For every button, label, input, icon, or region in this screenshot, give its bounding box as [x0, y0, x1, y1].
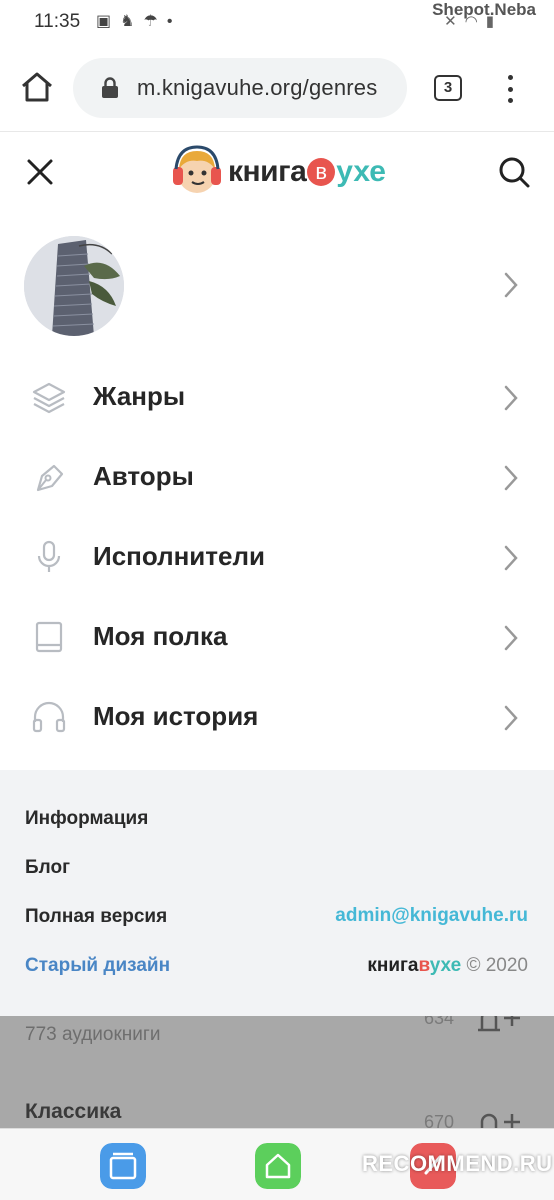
- copyright-brand-part2: в: [418, 955, 430, 976]
- system-dock: RECOMMEND.RU: [0, 1128, 554, 1200]
- image-icon: ▣: [96, 13, 112, 30]
- menu-item-my-shelf[interactable]: Моя полка: [0, 598, 554, 678]
- copyright-brand-part3: ухе: [429, 955, 462, 976]
- copyright: книгавухе © 2020: [367, 955, 528, 977]
- subscriber-count: 670: [424, 1112, 455, 1128]
- microphone-icon: [37, 540, 61, 572]
- bell-plus-icon: [478, 1016, 520, 1032]
- pen-nib-icon: [36, 464, 64, 492]
- home-button-icon[interactable]: [255, 1143, 301, 1189]
- layers-icon: [32, 382, 66, 414]
- menu-item-label: Исполнители: [93, 541, 265, 571]
- logo-text-kniga: книга: [228, 155, 307, 188]
- lock-icon: [102, 77, 118, 98]
- menu-item-label: Моя история: [93, 701, 259, 731]
- watermark: RECOMMEND.RU: [362, 1151, 553, 1176]
- address-bar[interactable]: m.knigavuhe.org/genres: [73, 58, 407, 118]
- tabs-count-button[interactable]: 3: [434, 75, 462, 101]
- status-right-label: Shepot.Neba: [432, 0, 536, 19]
- url-text: m.knigavuhe.org/genres: [137, 75, 378, 100]
- dimmed-background: 773 аудиокниги 634 Классика 670: [0, 1016, 554, 1128]
- profile-row[interactable]: [0, 232, 554, 338]
- more-menu-icon[interactable]: [500, 72, 520, 106]
- subscriber-count: 634: [424, 1016, 455, 1028]
- section-title: Классика: [25, 1100, 122, 1123]
- logo-mascot-icon: [173, 145, 221, 193]
- copyright-year: © 2020: [466, 955, 528, 976]
- chevron-right-icon: [504, 465, 518, 491]
- logo-text-uhe: ухе: [336, 155, 386, 188]
- menu-item-my-history[interactable]: Моя история: [0, 678, 554, 758]
- menu-footer: Информация Блог Полная версия Старый диз…: [0, 770, 554, 1016]
- book-count: 773 аудиокниги: [25, 1024, 161, 1045]
- headphones-icon: [32, 701, 66, 733]
- chevron-right-icon: [504, 385, 518, 411]
- status-bar: 11:35 ▣ ♞ ☂ • ✕ ◠ ▮ Shepot.Neba: [0, 0, 554, 46]
- gesture-icon: ♞: [120, 13, 135, 30]
- status-notification-icons: ▣ ♞ ☂ •: [96, 12, 172, 32]
- site-logo[interactable]: книга в ухе: [170, 144, 386, 200]
- chevron-right-icon: [504, 625, 518, 651]
- copyright-brand-part1: книга: [367, 955, 419, 976]
- avatar-image: [24, 236, 124, 336]
- logo-text-v: в: [307, 158, 336, 186]
- chevron-right-icon: [504, 272, 518, 298]
- email-link[interactable]: admin@knigavuhe.ru: [335, 905, 528, 927]
- browser-toolbar: m.knigavuhe.org/genres 3: [0, 46, 554, 132]
- book-icon: [35, 621, 63, 653]
- menu-item-narrators[interactable]: Исполнители: [0, 518, 554, 598]
- dot-icon: •: [166, 13, 173, 30]
- blog-link[interactable]: Блог: [25, 857, 70, 879]
- home-icon[interactable]: [20, 70, 54, 104]
- old-design-link[interactable]: Старый дизайн: [25, 955, 170, 977]
- menu-item-label: Жанры: [93, 381, 186, 411]
- status-time: 11:35: [34, 11, 81, 32]
- main-menu: Жанры Авторы Исполнители Моя полка Моя и…: [0, 358, 554, 758]
- chevron-right-icon: [504, 545, 518, 571]
- chevron-right-icon: [504, 705, 518, 731]
- menu-item-label: Авторы: [93, 461, 194, 491]
- app-switcher-icon[interactable]: [100, 1143, 146, 1189]
- info-link[interactable]: Информация: [25, 808, 148, 830]
- avatar[interactable]: [24, 236, 124, 336]
- menu-item-label: Моя полка: [93, 621, 228, 651]
- menu-item-authors[interactable]: Авторы: [0, 438, 554, 518]
- full-version-link[interactable]: Полная версия: [25, 906, 167, 928]
- umbrella-icon: ☂: [143, 13, 158, 30]
- close-icon[interactable]: [22, 154, 58, 190]
- menu-item-genres[interactable]: Жанры: [0, 358, 554, 438]
- site-header: книга в ухе: [0, 132, 554, 212]
- bell-plus-icon: [480, 1113, 520, 1128]
- search-icon[interactable]: [496, 154, 532, 190]
